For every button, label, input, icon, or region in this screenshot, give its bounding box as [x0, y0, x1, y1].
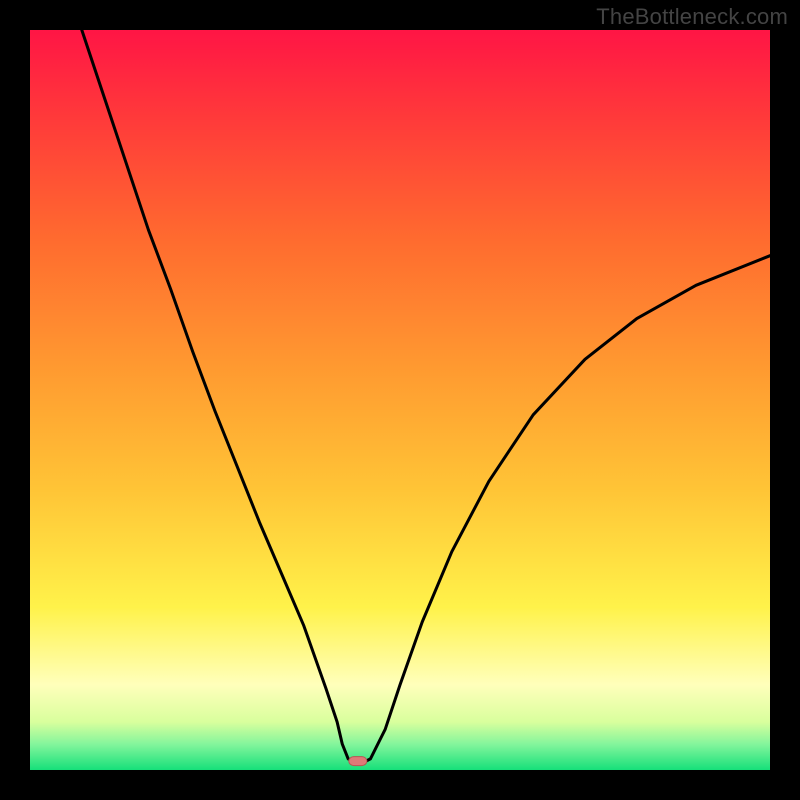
chart-background: [30, 30, 770, 770]
plot-area: [30, 30, 770, 770]
minimum-marker: [349, 757, 367, 766]
chart-svg: [30, 30, 770, 770]
chart-frame: TheBottleneck.com: [0, 0, 800, 800]
watermark-text: TheBottleneck.com: [596, 4, 788, 30]
